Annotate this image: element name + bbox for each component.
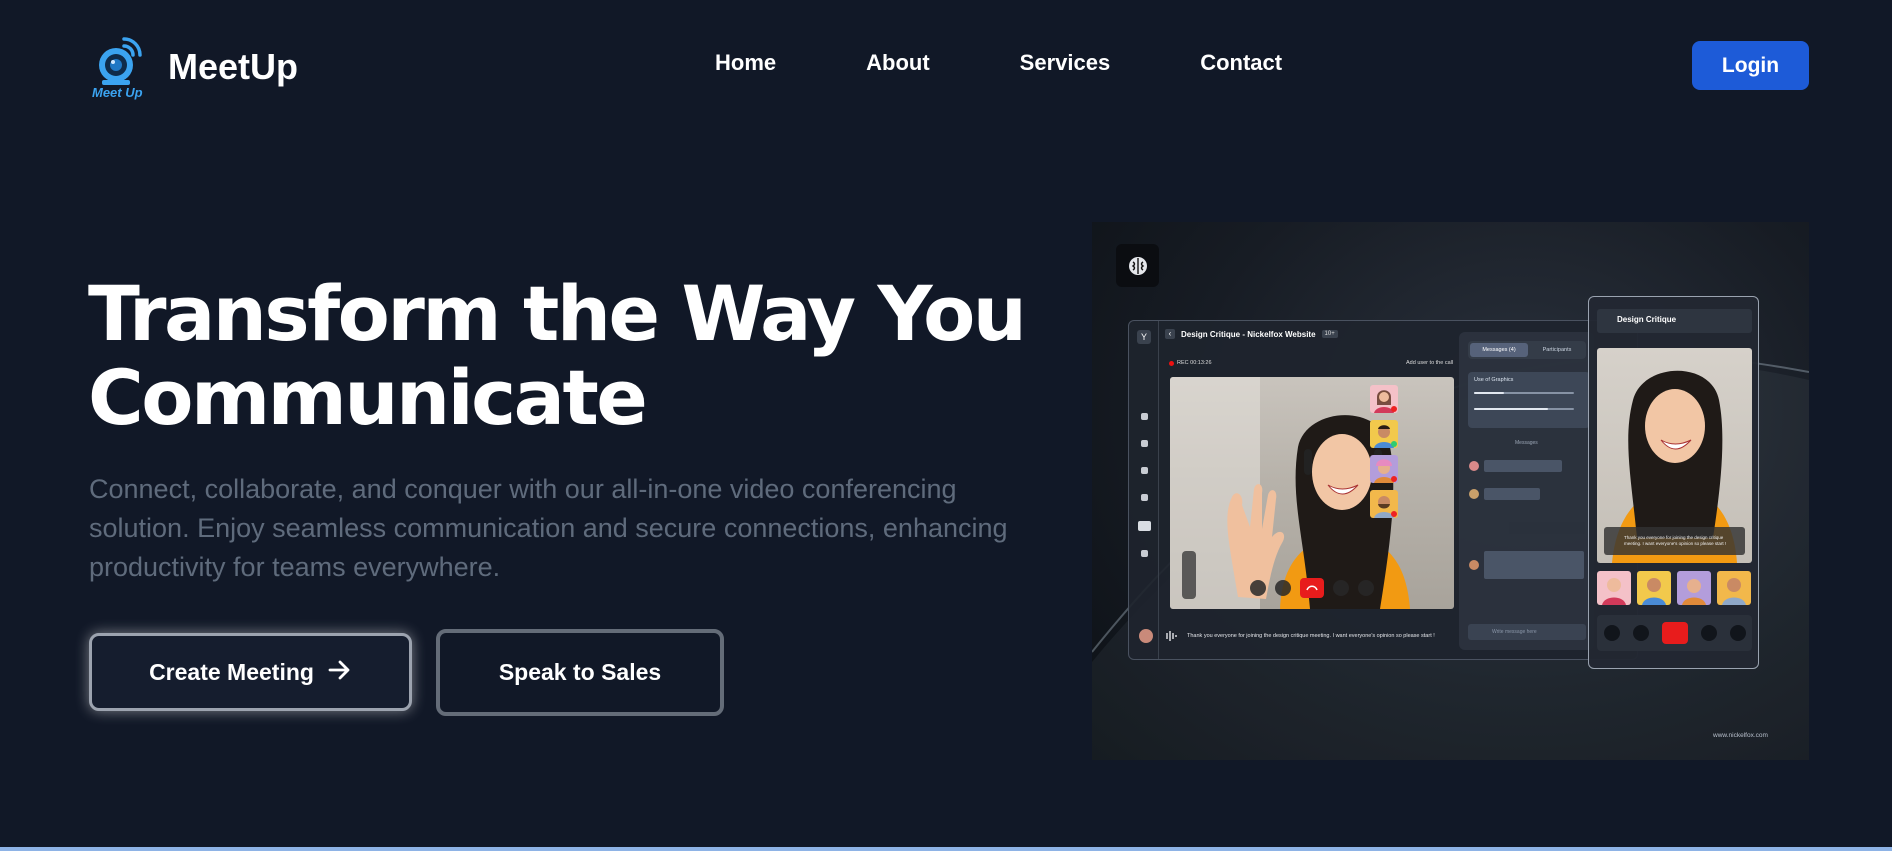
chat-message [1469, 550, 1584, 580]
muted-mic-icon [1391, 406, 1397, 412]
nav-link-home[interactable]: Home [715, 50, 776, 76]
participant-thumbnail [1370, 455, 1398, 483]
brand[interactable]: Meet Up MeetUp [90, 33, 298, 101]
brand-name[interactable]: MeetUp [168, 46, 298, 88]
chat-message [1469, 488, 1540, 500]
meeting-title: Design Critique - Nickelfox Website [1181, 329, 1316, 339]
nav-link-services[interactable]: Services [1020, 50, 1111, 76]
phone-caption-text: Thank you everyone for joining the desig… [1624, 535, 1727, 546]
end-call-icon [1661, 622, 1688, 644]
more-options-icon [1729, 625, 1746, 641]
microphone-icon [1700, 625, 1717, 641]
speak-to-sales-button[interactable]: Speak to Sales [436, 629, 724, 716]
settings-icon [1358, 580, 1374, 596]
app-logo-icon: Y [1137, 330, 1151, 344]
participant-thumbnail [1370, 385, 1398, 413]
speaker-icon [1603, 625, 1620, 641]
home-icon [1141, 550, 1148, 557]
message-compose-field: Write message here [1468, 624, 1586, 640]
phone-call-controls [1597, 615, 1752, 651]
mobile-app-preview: Design Critique Thank you everyone for j… [1588, 296, 1759, 669]
participant-count-badge: 10+ [1321, 330, 1338, 338]
volume-slider [1182, 551, 1196, 599]
video-camera-icon [1275, 580, 1291, 596]
phone-header: Design Critique [1597, 309, 1752, 333]
bell-icon [1141, 413, 1148, 420]
back-icon: ‹ [1165, 329, 1175, 339]
hero-title: Transform the Way You Communicate [88, 269, 1027, 442]
tab-participants: Participants [1542, 347, 1572, 353]
participant-thumbnail [1637, 571, 1671, 605]
nav-links: Home About Services Contact [715, 50, 1282, 76]
nav-link-contact[interactable]: Contact [1200, 50, 1282, 76]
poll-title: Use of Graphics [1474, 377, 1514, 383]
poll-bar [1474, 408, 1574, 410]
end-call-icon [1300, 578, 1324, 598]
audio-message-text: Thank you everyone for joining the desig… [1187, 633, 1435, 639]
poll-card: Use of Graphics [1468, 372, 1590, 428]
participant-thumbnail [1597, 571, 1631, 605]
phone-caption-bubble: Thank you everyone for joining the desig… [1604, 527, 1745, 555]
chat-message [1469, 460, 1562, 472]
participant-thumbnail [1717, 571, 1751, 605]
participant-thumbnail [1677, 571, 1711, 605]
messages-divider: Messages [1515, 440, 1538, 446]
create-meeting-button[interactable]: Create Meeting [89, 633, 412, 711]
mic-on-icon [1391, 441, 1397, 447]
audio-message: Thank you everyone for joining the desig… [1139, 629, 1435, 643]
create-meeting-label: Create Meeting [149, 658, 314, 685]
call-controls [1250, 578, 1383, 598]
recording-time: REC 00:13:26 [1177, 360, 1212, 366]
nav-link-about[interactable]: About [866, 50, 930, 76]
tab-messages: Messages (4) [1470, 343, 1528, 357]
hero-subtitle: Connect, collaborate, and conquer with o… [89, 474, 1008, 582]
recording-indicator: REC 00:13:26 [1169, 360, 1212, 366]
arrow-right-icon [328, 659, 352, 686]
poll-bar [1474, 392, 1574, 394]
add-user-link: Add user to the call [1406, 360, 1454, 366]
avatar [1139, 629, 1153, 643]
phone-participant-thumbnails [1597, 571, 1751, 605]
website-watermark: www.nickelfox.com [1713, 732, 1768, 739]
record-dot-icon [1169, 360, 1174, 366]
screen-share-icon [1250, 580, 1266, 596]
phone-video-feed: Thank you everyone for joining the desig… [1597, 348, 1752, 563]
app-header: ‹ Design Critique - Nickelfox Website 10… [1165, 329, 1338, 339]
navbar: Meet Up MeetUp Home About Services Conta… [0, 0, 1892, 132]
participant-thumbnail [1370, 490, 1398, 518]
ai-brain-icon [1116, 244, 1159, 287]
user-icon [1141, 440, 1148, 447]
login-button[interactable]: Login [1692, 41, 1809, 90]
chat-panel: Messages (4) Participants Use of Graphic… [1459, 332, 1594, 650]
muted-mic-icon [1391, 511, 1397, 517]
chat-message [1509, 522, 1585, 534]
product-mockup-image: Y ‹ Design Critique - Nickelfox Website … [1092, 222, 1809, 760]
logo-wordmark: Meet Up [92, 85, 143, 100]
chat-tabs: Messages (4) Participants [1468, 341, 1586, 359]
contacts-icon [1141, 467, 1148, 474]
participant-thumbnails [1370, 385, 1398, 525]
audio-wave-icon [1166, 631, 1177, 641]
app-sidebar: Y [1129, 321, 1159, 659]
phone-meeting-title: Design Critique [1617, 315, 1677, 324]
page-bottom-border [0, 847, 1892, 851]
calendar-icon [1141, 494, 1148, 501]
microphone-icon [1333, 580, 1349, 596]
main-video-feed [1170, 377, 1454, 609]
video-icon [1138, 521, 1151, 531]
muted-mic-icon [1391, 476, 1397, 482]
meetup-camera-logo-icon: Meet Up [90, 33, 146, 101]
participant-thumbnail [1370, 420, 1398, 448]
video-camera-icon [1632, 625, 1649, 641]
